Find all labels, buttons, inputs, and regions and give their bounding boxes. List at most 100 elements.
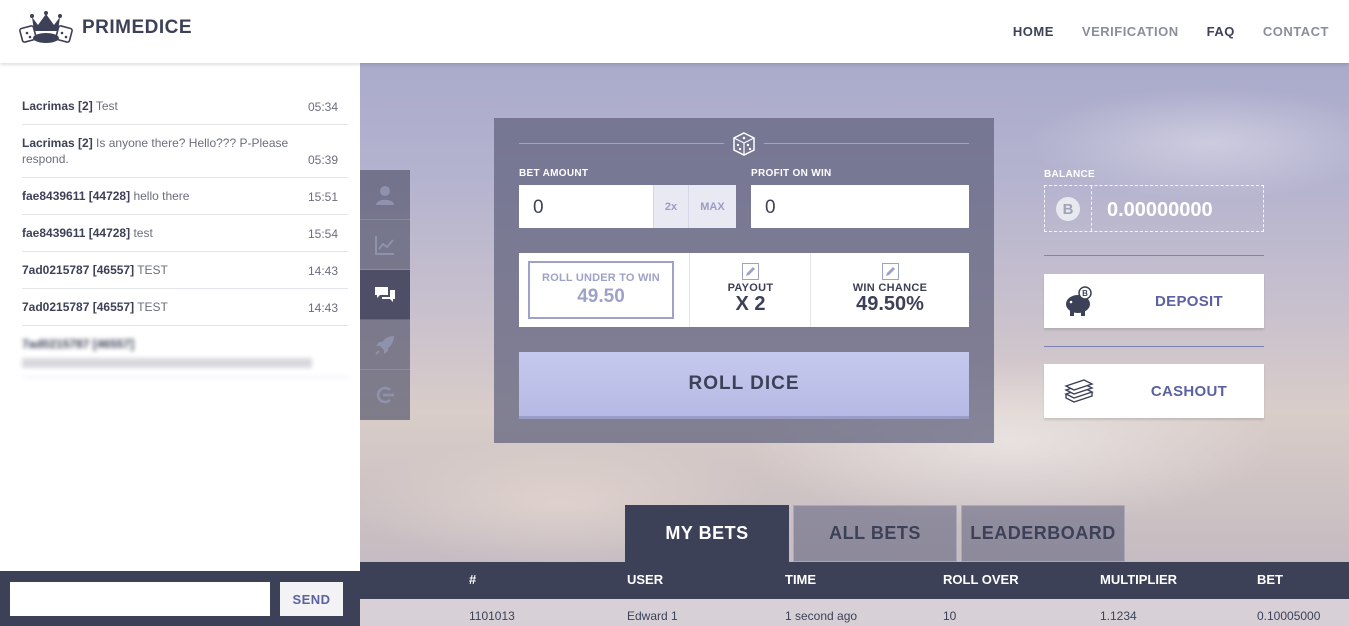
nav-contact[interactable]: CONTACT [1263, 24, 1329, 39]
chat-time: 05:34 [307, 100, 338, 114]
chat-time: 05:39 [307, 153, 338, 167]
side-item-profile[interactable] [360, 170, 410, 220]
chat-input[interactable] [10, 582, 270, 616]
side-toolbar [360, 170, 410, 420]
chat-time: 15:51 [307, 190, 338, 204]
chat-text: Test [95, 99, 118, 113]
crown-dice-logo-icon [19, 11, 73, 43]
balance-label: BALANCE [1044, 169, 1095, 180]
nav-faq[interactable]: FAQ [1207, 24, 1235, 39]
balance-value: 0.00000000 [1107, 199, 1213, 221]
roll-under-toggle[interactable]: ROLL UNDER TO WIN 49.50 [528, 261, 674, 319]
main-nav: HOME VERIFICATION FAQ CONTACT [1013, 24, 1329, 39]
profit-label: PROFIT ON WIN [751, 168, 832, 179]
wallet-divider [1044, 346, 1264, 347]
chat-text: hello there [133, 189, 190, 203]
logout-icon [376, 386, 394, 404]
chat-message: fae8439611 [44728] hello there 15:51 [22, 178, 348, 215]
side-item-rocket[interactable] [360, 320, 410, 370]
coin-wrap: B [1045, 186, 1092, 231]
chart-icon [375, 235, 394, 255]
cash-stack-icon [1064, 379, 1094, 403]
chat-message: 7ad0215787 [46557] TEST 14:43 [22, 289, 348, 326]
nav-home[interactable]: HOME [1013, 24, 1054, 39]
chat-icon [375, 286, 395, 302]
col-multiplier: MULTIPLIER [1100, 572, 1178, 587]
bet-panel: BET AMOUNT 0 2x MAX PROFIT ON WIN 0 ROLL… [494, 118, 994, 443]
chat-username[interactable]: fae8439611 [44728] [22, 226, 130, 240]
profit-value[interactable]: 0 [765, 197, 776, 219]
chat-message: Lacrimas [2] Is anyone there? Hello??? P… [22, 125, 348, 178]
roll-under-value: 49.50 [577, 286, 625, 307]
brand-name: PRIMEDICE [82, 17, 193, 38]
col-time: TIME [785, 572, 817, 587]
cashout-button[interactable]: CASHOUT [1044, 364, 1264, 418]
chat-message-list[interactable]: Lacrimas [2] Test 05:34 Lacrimas [2] Is … [22, 87, 348, 378]
wallet-divider [1044, 255, 1264, 256]
max-bet-button[interactable]: MAX [688, 185, 736, 228]
profit-field[interactable]: 0 [751, 185, 969, 228]
side-item-stats[interactable] [360, 220, 410, 270]
chat-username[interactable]: 7ad0215787 [46557] [22, 300, 134, 314]
tab-leaderboard[interactable]: LEADERBOARD [961, 505, 1125, 562]
bitcoin-icon: B [1056, 196, 1080, 221]
side-item-chat[interactable] [360, 270, 410, 320]
chat-username[interactable]: fae8439611 [44728] [22, 189, 130, 203]
logo[interactable]: PRIMEDICE [18, 11, 192, 45]
chat-message-blurred: 7ad0215787 [46557] [22, 326, 348, 378]
cell-user[interactable]: Edward 1 [627, 609, 678, 623]
chat-message: fae8439611 [44728] test 15:54 [22, 215, 348, 252]
chat-username[interactable]: Lacrimas [2] [22, 99, 93, 113]
svg-text:B: B [1082, 289, 1088, 298]
chat-username[interactable]: 7ad0215787 [46557] [22, 337, 134, 351]
tab-all-bets[interactable]: ALL BETS [793, 505, 957, 562]
win-chance-value: 49.50% [856, 293, 924, 315]
chat-username[interactable]: Lacrimas [2] [22, 136, 93, 150]
cell-bet: 0.10005000 [1257, 609, 1321, 623]
cell-multiplier: 1.1234 [1100, 609, 1137, 623]
cashout-label: CASHOUT [1150, 383, 1228, 400]
edit-icon[interactable] [881, 263, 899, 280]
chat-username[interactable]: 7ad0215787 [46557] [22, 263, 134, 277]
payout-value: X 2 [735, 293, 766, 315]
chat-time: 14:43 [307, 301, 338, 315]
user-icon [376, 185, 394, 205]
double-bet-button[interactable]: 2x [653, 185, 688, 228]
svg-text:B: B [1063, 201, 1074, 218]
table-row[interactable]: 1101013 Edward 1 1 second ago 10 1.1234 … [360, 599, 1349, 626]
chat-time: 14:43 [307, 264, 338, 278]
edit-icon[interactable] [742, 263, 759, 280]
col-user: USER [627, 572, 664, 587]
cell-time: 1 second ago [785, 609, 858, 623]
win-chance-stat[interactable]: WIN CHANCE 49.50% [810, 253, 969, 327]
col-roll-over: ROLL OVER [943, 572, 1019, 587]
cell-roll-over: 10 [943, 609, 957, 623]
roll-stats: ROLL UNDER TO WIN 49.50 PAYOUT X 2 WIN C… [519, 253, 969, 327]
send-button[interactable]: SEND [280, 582, 343, 616]
chat-panel: Lacrimas [2] Test 05:34 Lacrimas [2] Is … [0, 63, 360, 626]
payout-stat[interactable]: PAYOUT X 2 [689, 253, 811, 327]
roll-dice-button[interactable]: ROLL DICE [519, 352, 969, 419]
deposit-label: DEPOSIT [1155, 293, 1223, 310]
chat-message: Lacrimas [2] Test 05:34 [22, 87, 348, 125]
col-bet: BET [1257, 572, 1283, 587]
bet-amount-field[interactable]: 0 2x MAX [519, 185, 736, 228]
cell-id[interactable]: 1101013 [469, 609, 515, 623]
dice-icon [733, 132, 755, 156]
balance-box: B 0.00000000 [1044, 185, 1264, 232]
bet-amount-value[interactable]: 0 [533, 197, 544, 219]
panel-divider [519, 143, 724, 144]
chat-time: 15:54 [307, 227, 338, 241]
nav-verification[interactable]: VERIFICATION [1082, 24, 1179, 39]
col-id: # [469, 572, 477, 587]
chat-text: TEST [137, 263, 168, 277]
deposit-button[interactable]: B DEPOSIT [1044, 274, 1264, 328]
bet-amount-label: BET AMOUNT [519, 168, 589, 179]
chat-text: TEST [137, 300, 168, 314]
tab-my-bets[interactable]: MY BETS [625, 505, 789, 562]
side-item-logout[interactable] [360, 370, 410, 420]
chat-text: test [133, 226, 153, 240]
rocket-icon [375, 335, 394, 355]
chat-input-bar: SEND [0, 571, 360, 626]
chat-message: 7ad0215787 [46557] TEST 14:43 [22, 252, 348, 289]
